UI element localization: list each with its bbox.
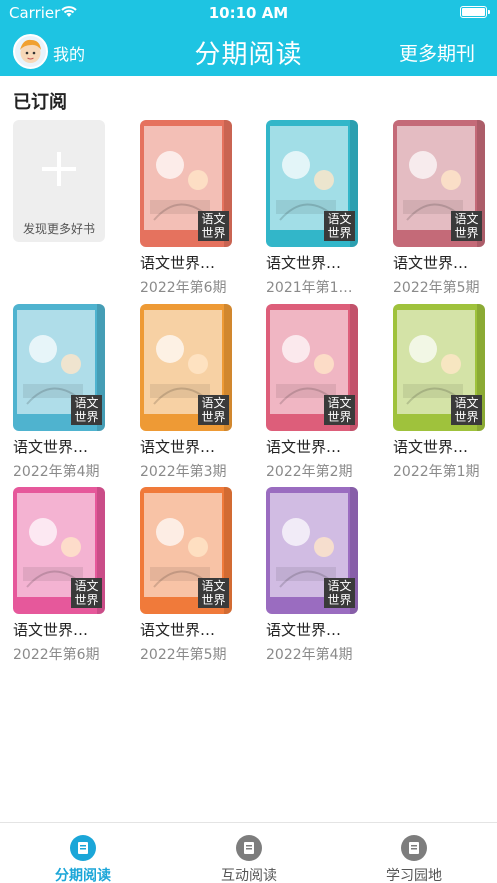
tab-1[interactable]: 分期阅读 [0,823,166,883]
magazine-issue: 2022年第5期 [140,647,227,663]
magazine-logo-badge: 语文 世界 [451,211,482,241]
magazine-item[interactable]: 语文 世界语文世界… 2022年第4期 [13,304,105,481]
magazine-logo-badge: 语文 世界 [71,578,102,608]
magazine-logo-badge: 语文 世界 [198,395,229,425]
tab-2[interactable]: 互动阅读 [166,823,332,883]
tab-label: 学习园地 [386,868,442,883]
book-icon [70,835,96,861]
magazine-cover[interactable]: 语文 世界 [266,487,358,614]
magazine-issue: 2022年第5期 [393,280,480,296]
magazine-title: 语文世界… [140,438,216,456]
magazine-logo-badge: 语文 世界 [324,578,355,608]
magazine-cover[interactable]: 语文 世界 [140,487,232,614]
magazine-item[interactable]: 语文 世界语文世界… 2022年第6期 [13,487,105,664]
top-bar: Carrier 10:10 AM 我的 分期阅读 更多期刊 [0,0,497,76]
magazine-logo-badge: 语文 世界 [324,395,355,425]
magazine-title: 语文世界… [140,621,216,639]
magazine-issue: 2022年第6期 [140,280,227,296]
magazine-issue: 2022年第3期 [140,464,227,480]
magazine-cover[interactable]: 语文 世界 [266,120,358,247]
more-journals-button[interactable]: 更多期刊 [399,39,475,66]
magazine-title: 语文世界… [266,254,342,272]
magazine-title: 语文世界… [393,438,469,456]
tab-3[interactable]: 学习园地 [331,823,497,883]
magazine-title: 语文世界… [266,438,342,456]
magazine-item[interactable]: 语文 世界语文世界… 2022年第2期 [266,304,358,481]
magazine-item[interactable]: 语文 世界语文世界… 2022年第5期 [140,487,232,664]
magazine-logo-badge: 语文 世界 [198,578,229,608]
magazine-issue: 2022年第4期 [13,464,100,480]
magazine-issue: 2022年第1期 [393,464,480,480]
magazine-cover[interactable]: 语文 世界 [393,304,485,431]
magazine-logo-badge: 语文 世界 [71,395,102,425]
add-card-label: 发现更多好书 [22,222,95,236]
magazine-item[interactable]: 语文 世界语文世界… 2022年第5期 [393,120,485,297]
tab-label: 分期阅读 [55,868,111,883]
magazine-title: 语文世界… [266,621,342,639]
magazine-cover[interactable]: 语文 世界 [140,120,232,247]
chat-icon [236,835,262,861]
magazine-logo-badge: 语文 世界 [198,211,229,241]
person-icon [401,835,427,861]
nav-bar: 我的 分期阅读 更多期刊 [0,26,497,76]
magazine-item[interactable]: 语文 世界语文世界… 2022年第6期 [140,120,232,297]
magazine-logo-badge: 语文 世界 [451,395,482,425]
tab-bar: 分期阅读 互动阅读 学习园地 [0,822,497,883]
battery-icon [460,6,490,18]
magazine-cover[interactable]: 语文 世界 [140,304,232,431]
section-title: 已订阅 [13,92,67,113]
magazine-issue: 2022年第6期 [13,647,100,663]
magazine-item[interactable]: 语文 世界语文世界… 2022年第1期 [393,304,485,481]
magazine-cover[interactable]: 语文 世界 [393,120,485,247]
magazine-cover[interactable]: 语文 世界 [13,487,105,614]
add-more-card[interactable]: 发现更多好书 [13,120,105,242]
magazine-issue: 2021年第1… [266,280,353,296]
magazine-title: 语文世界… [13,438,89,456]
magazine-cover[interactable]: 语文 世界 [266,304,358,431]
magazine-issue: 2022年第4期 [266,647,353,663]
magazine-item[interactable]: 语文 世界语文世界… 2022年第4期 [266,487,358,664]
magazine-title: 语文世界… [393,254,469,272]
magazine-title: 语文世界… [13,621,89,639]
status-bar: Carrier 10:10 AM [0,0,497,24]
clock: 10:10 AM [208,4,289,22]
magazine-cover[interactable]: 语文 世界 [13,304,105,431]
magazine-item[interactable]: 语文 世界语文世界… 2022年第3期 [140,304,232,481]
magazine-item[interactable]: 语文 世界语文世界… 2021年第1… [266,120,358,297]
add-card[interactable]: 发现更多好书 [13,120,105,242]
magazine-title: 语文世界… [140,254,216,272]
tab-label: 互动阅读 [221,868,277,883]
magazine-logo-badge: 语文 世界 [324,211,355,241]
magazine-issue: 2022年第2期 [266,464,353,480]
